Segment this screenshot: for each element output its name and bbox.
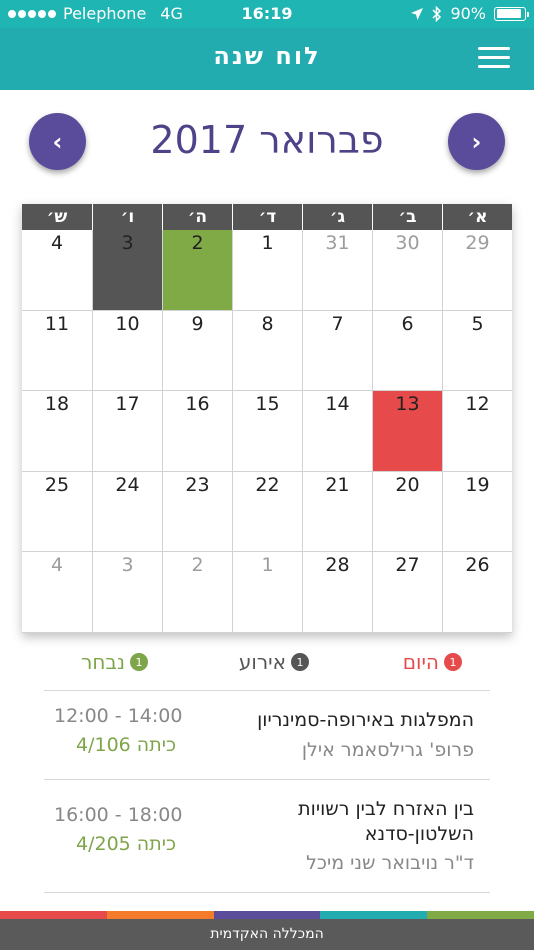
hamburger-menu-icon[interactable] [478, 47, 510, 69]
legend-selected: 1 נבחר [81, 650, 148, 674]
event-item[interactable]: בין האזרח לבין רשויות השלטון-סדנא ד"ר נו… [44, 780, 490, 892]
page-title: לוח שנה [213, 42, 321, 70]
calendar-day[interactable]: 1 [232, 230, 302, 311]
calendar-day-other[interactable]: 30 [372, 230, 442, 311]
app-header: לוח שנה [0, 28, 534, 90]
legend-event: 1 אירוע [239, 650, 309, 674]
calendar-day-other[interactable]: 3 [92, 552, 162, 633]
weekday-label: א׳ [442, 204, 512, 230]
footer-color-stripe [0, 911, 534, 919]
calendar-day-other[interactable]: 4 [22, 552, 92, 633]
stripe-segment [0, 911, 107, 919]
event-time: 16:00 - 18:00 [54, 804, 183, 826]
calendar-day-other[interactable]: 2 [162, 552, 232, 633]
stripe-segment [213, 911, 321, 919]
stripe-segment [320, 911, 428, 919]
calendar-day-today[interactable]: 13 [372, 391, 442, 472]
calendar-day[interactable]: 23 [162, 471, 232, 553]
weekday-label: ו׳ [92, 204, 162, 230]
calendar-day[interactable]: 7 [302, 310, 372, 392]
legend-today-dot: 1 [444, 653, 462, 671]
chevron-right-icon: › [471, 127, 482, 156]
calendar-day[interactable]: 28 [302, 552, 372, 633]
legend-event-label: אירוע [238, 650, 286, 674]
calendar-day[interactable]: 5 [442, 310, 512, 392]
battery-percent: 90% [450, 4, 486, 23]
calendar-day[interactable]: 21 [302, 471, 372, 553]
calendar-day[interactable]: 11 [22, 311, 92, 392]
footer: המכללה האקדמית [0, 919, 534, 950]
weekday-label: ג׳ [302, 204, 372, 230]
event-lecturer: ד"ר נויבואר שני מיכל [306, 852, 474, 874]
calendar-day[interactable]: 12 [442, 391, 512, 472]
calendar-day[interactable]: 6 [372, 310, 442, 392]
weekday-label: ה׳ [162, 204, 232, 230]
weekday-label: ד׳ [232, 204, 302, 230]
event-room: כיתה 4/205 [76, 833, 177, 855]
event-title: המפלגות באירופה-סמינריון [257, 709, 474, 731]
calendar-day[interactable]: 10 [92, 310, 162, 392]
calendar: א׳ ב׳ ג׳ ד׳ ה׳ ו׳ ש׳ 29 30 31 1 2 3 4 5 6 7 8 9 10 11 12 13 14… [22, 204, 512, 633]
status-right: 90% [410, 4, 529, 23]
event-room: כיתה 4/106 [76, 734, 177, 756]
calendar-day[interactable]: 24 [92, 471, 162, 553]
legend-today-label: היום [402, 650, 439, 674]
calendar-day[interactable]: 15 [232, 391, 302, 472]
legend: 1 היום 1 אירוע 1 נבחר [0, 650, 534, 676]
next-month-button[interactable]: › [448, 113, 505, 170]
weekday-label: ב׳ [372, 204, 442, 230]
status-bar: Pelephone 4G 16:19 90% [0, 0, 534, 28]
month-title: פברואר 2017 [150, 118, 384, 162]
calendar-day[interactable]: 22 [232, 471, 302, 553]
calendar-day[interactable]: 25 [22, 472, 92, 553]
calendar-day[interactable]: 16 [162, 391, 232, 472]
divider [44, 892, 490, 893]
calendar-day[interactable]: 4 [22, 230, 92, 311]
calendar-day[interactable]: 26 [442, 552, 512, 633]
weekday-header: א׳ ב׳ ג׳ ד׳ ה׳ ו׳ ש׳ [22, 204, 512, 230]
previous-month-button[interactable]: ‹ [29, 113, 86, 170]
legend-selected-dot: 1 [130, 653, 148, 671]
calendar-day[interactable]: 27 [372, 552, 442, 633]
legend-selected-label: נבחר [81, 650, 125, 674]
calendar-day[interactable]: 20 [372, 471, 442, 553]
calendar-day-event[interactable]: 3 [92, 230, 162, 311]
event-item[interactable]: המפלגות באירופה-סמינריון פרופ' גרילסאמר … [44, 691, 490, 779]
chevron-left-icon: ‹ [52, 127, 63, 156]
calendar-day[interactable]: 17 [92, 391, 162, 472]
stripe-segment [427, 911, 534, 919]
calendar-day-selected[interactable]: 2 [162, 230, 232, 311]
event-time: 12:00 - 14:00 [54, 705, 183, 727]
event-lecturer: פרופ' גרילסאמר אילן [301, 739, 474, 761]
weekday-label: ש׳ [46, 207, 68, 227]
calendar-day-other[interactable]: 31 [302, 230, 372, 311]
bluetooth-icon [432, 5, 442, 22]
calendar-day-other[interactable]: 1 [232, 552, 302, 633]
event-title-line2: השלטון-סדנא [364, 823, 474, 845]
battery-icon [494, 6, 529, 21]
calendar-day-other[interactable]: 29 [442, 230, 512, 311]
battery-fill [496, 9, 521, 18]
legend-event-dot: 1 [291, 653, 309, 671]
calendar-day[interactable]: 14 [302, 391, 372, 472]
calendar-day[interactable]: 19 [442, 471, 512, 553]
location-arrow-icon [411, 7, 424, 20]
calendar-day[interactable]: 8 [232, 310, 302, 392]
calendar-day[interactable]: 18 [22, 391, 92, 472]
calendar-grid: 29 30 31 1 2 3 4 5 6 7 8 9 10 11 12 13 14 15 16 17 18 19 20 21 2… [22, 230, 512, 633]
stripe-segment [106, 911, 214, 919]
calendar-day[interactable]: 9 [162, 310, 232, 392]
legend-today: 1 היום [403, 650, 462, 674]
